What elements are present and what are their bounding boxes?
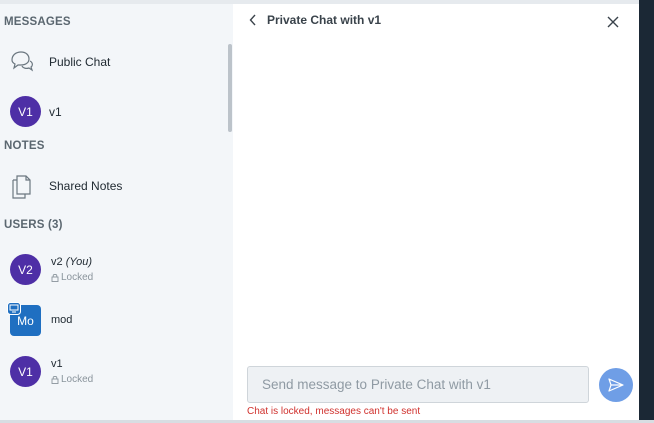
user-list-item[interactable]: Mo mod [0,300,226,340]
notes-icon [12,175,31,199]
user-list-item[interactable]: V1 v1 Locked [0,352,226,392]
message-input[interactable] [247,366,589,403]
presenter-icon [7,302,21,315]
user-status: Locked [51,374,93,385]
avatar: V2 [10,254,41,285]
chat-panel: Private Chat with v1 Chat is locked, mes… [233,4,639,420]
close-icon[interactable] [606,15,620,29]
user-name: v1 [51,358,63,370]
chevron-left-icon [249,14,256,26]
you-tag: (You) [65,256,92,268]
sidebar-item-label: Public Chat [49,55,111,69]
user-status: Locked [51,272,93,283]
lock-icon [51,375,59,384]
user-status-text: Locked [61,374,94,385]
sidebar-item-shared-notes[interactable]: Shared Notes [0,166,226,206]
sidebar-item-chat-v1[interactable]: V1 v1 [0,92,226,132]
lock-icon [51,273,59,282]
users-section-title: USERS (3) [4,219,63,231]
user-list-item[interactable]: V2 v2 (You) Locked [0,250,226,290]
sidebar-scrollbar[interactable] [228,44,232,132]
user-name-text: v2 [51,256,63,268]
chat-bubbles-icon [11,51,34,72]
send-button[interactable] [599,368,633,402]
chat-locked-error: Chat is locked, messages can't be sent [247,406,421,417]
sidebar-item-label: v1 [49,105,62,119]
send-icon [608,378,624,392]
user-name: mod [51,314,73,326]
messages-section-title: MESSAGES [4,16,71,28]
notes-section-title: NOTES [4,140,45,152]
back-button[interactable]: Private Chat with v1 [249,13,381,27]
sidebar-item-label: Shared Notes [49,179,123,193]
avatar: V1 [10,96,41,127]
sidebar-item-public-chat[interactable]: Public Chat [0,42,226,82]
user-status-text: Locked [61,272,94,283]
chat-title: Private Chat with v1 [267,13,382,27]
sidebar: MESSAGES Public Chat V1 v1 NOTES Shared … [0,4,233,420]
chat-header: Private Chat with v1 [233,4,639,40]
avatar: V1 [10,356,41,387]
user-name: v2 (You) [51,256,92,268]
right-edge [639,0,654,423]
